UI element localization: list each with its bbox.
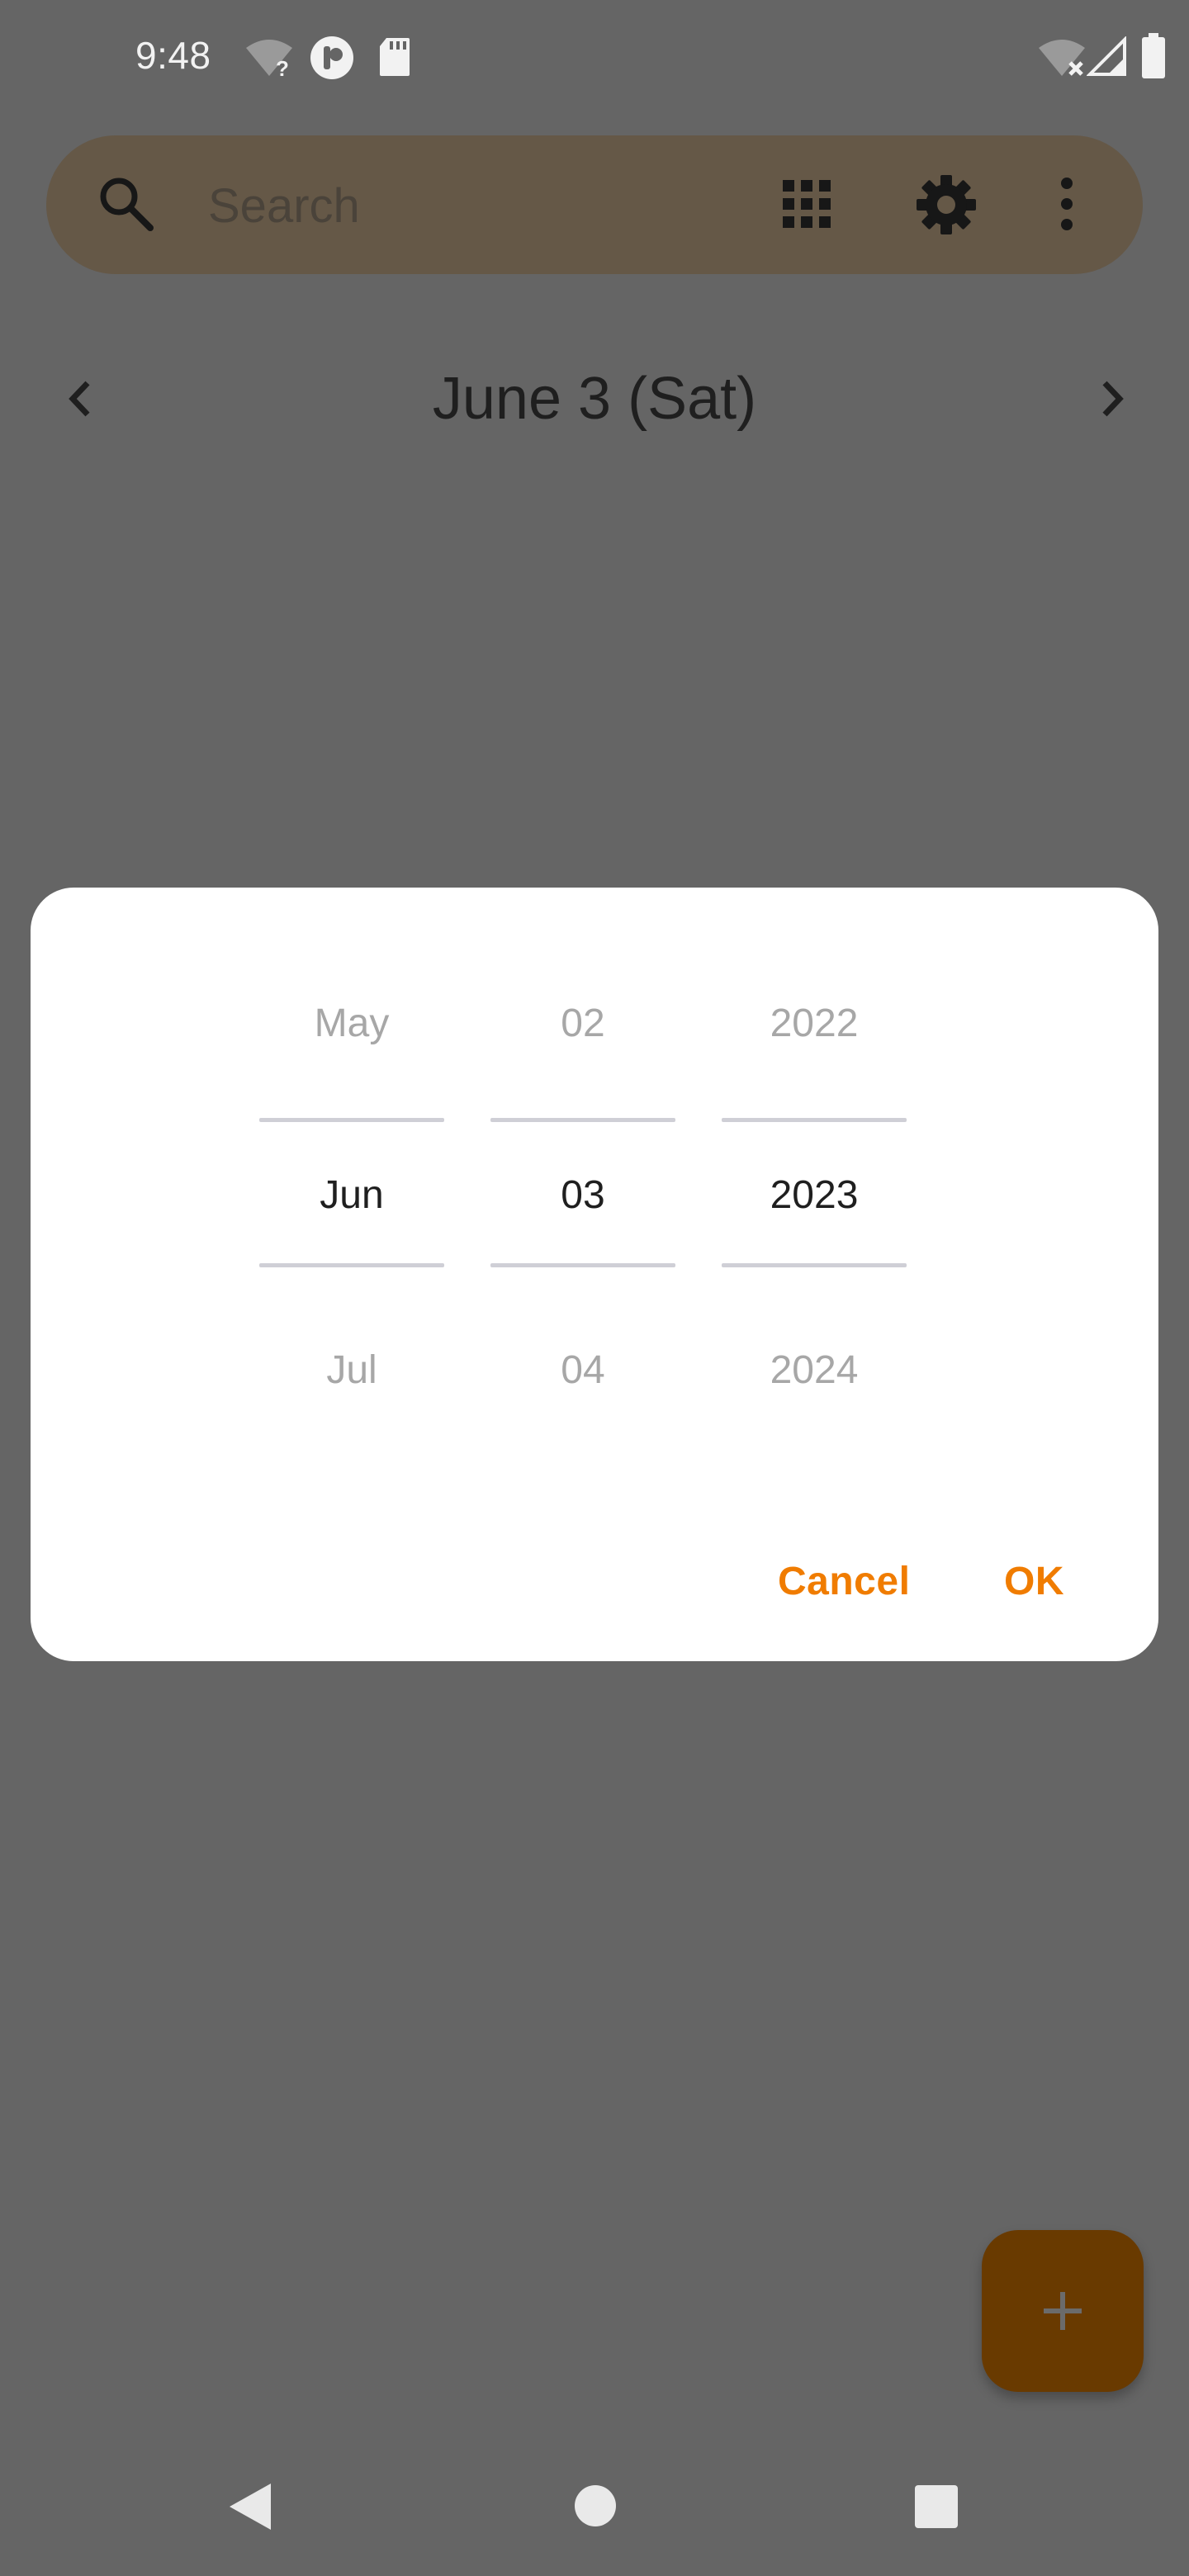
wifi-unknown-icon: ? <box>246 40 292 78</box>
ok-button[interactable]: OK <box>1004 1559 1064 1604</box>
battery-icon <box>1142 33 1165 78</box>
svg-text:?: ? <box>276 56 289 78</box>
day-divider-top <box>490 1118 675 1122</box>
year-prev[interactable]: 2022 <box>722 1001 907 1046</box>
year-selected[interactable]: 2023 <box>722 1172 907 1218</box>
chevron-right-icon[interactable] <box>1095 378 1128 419</box>
status-time: 9:48 <box>135 34 211 77</box>
cancel-button[interactable]: Cancel <box>778 1559 910 1604</box>
month-selected[interactable]: Jun <box>259 1172 444 1218</box>
month-divider-top <box>259 1118 444 1122</box>
wifi-off-icon <box>1039 40 1085 76</box>
day-prev[interactable]: 02 <box>490 1001 675 1046</box>
cell-signal-icon <box>1087 36 1126 76</box>
plus-icon <box>1044 2292 1082 2330</box>
day-next[interactable]: 04 <box>490 1347 675 1393</box>
month-next[interactable]: Jul <box>259 1347 444 1393</box>
date-title[interactable]: June 3 (Sat) <box>0 365 1189 433</box>
home-icon[interactable] <box>573 2484 618 2528</box>
search-icon[interactable] <box>97 175 155 233</box>
year-next[interactable]: 2024 <box>722 1347 907 1393</box>
year-divider-bottom <box>722 1263 907 1267</box>
month-divider-bottom <box>259 1263 444 1267</box>
month-prev[interactable]: May <box>259 1001 444 1046</box>
grid-icon[interactable] <box>781 178 832 230</box>
more-vert-icon[interactable] <box>1057 177 1077 231</box>
back-icon[interactable] <box>225 2480 274 2533</box>
recents-icon[interactable] <box>913 2484 959 2530</box>
sd-card-icon <box>380 38 410 76</box>
search-input[interactable]: Search <box>208 178 360 234</box>
app-notification-icon <box>310 36 353 79</box>
day-selected[interactable]: 03 <box>490 1172 675 1218</box>
year-divider-top <box>722 1118 907 1122</box>
day-divider-bottom <box>490 1263 675 1267</box>
gear-icon[interactable] <box>915 173 978 236</box>
